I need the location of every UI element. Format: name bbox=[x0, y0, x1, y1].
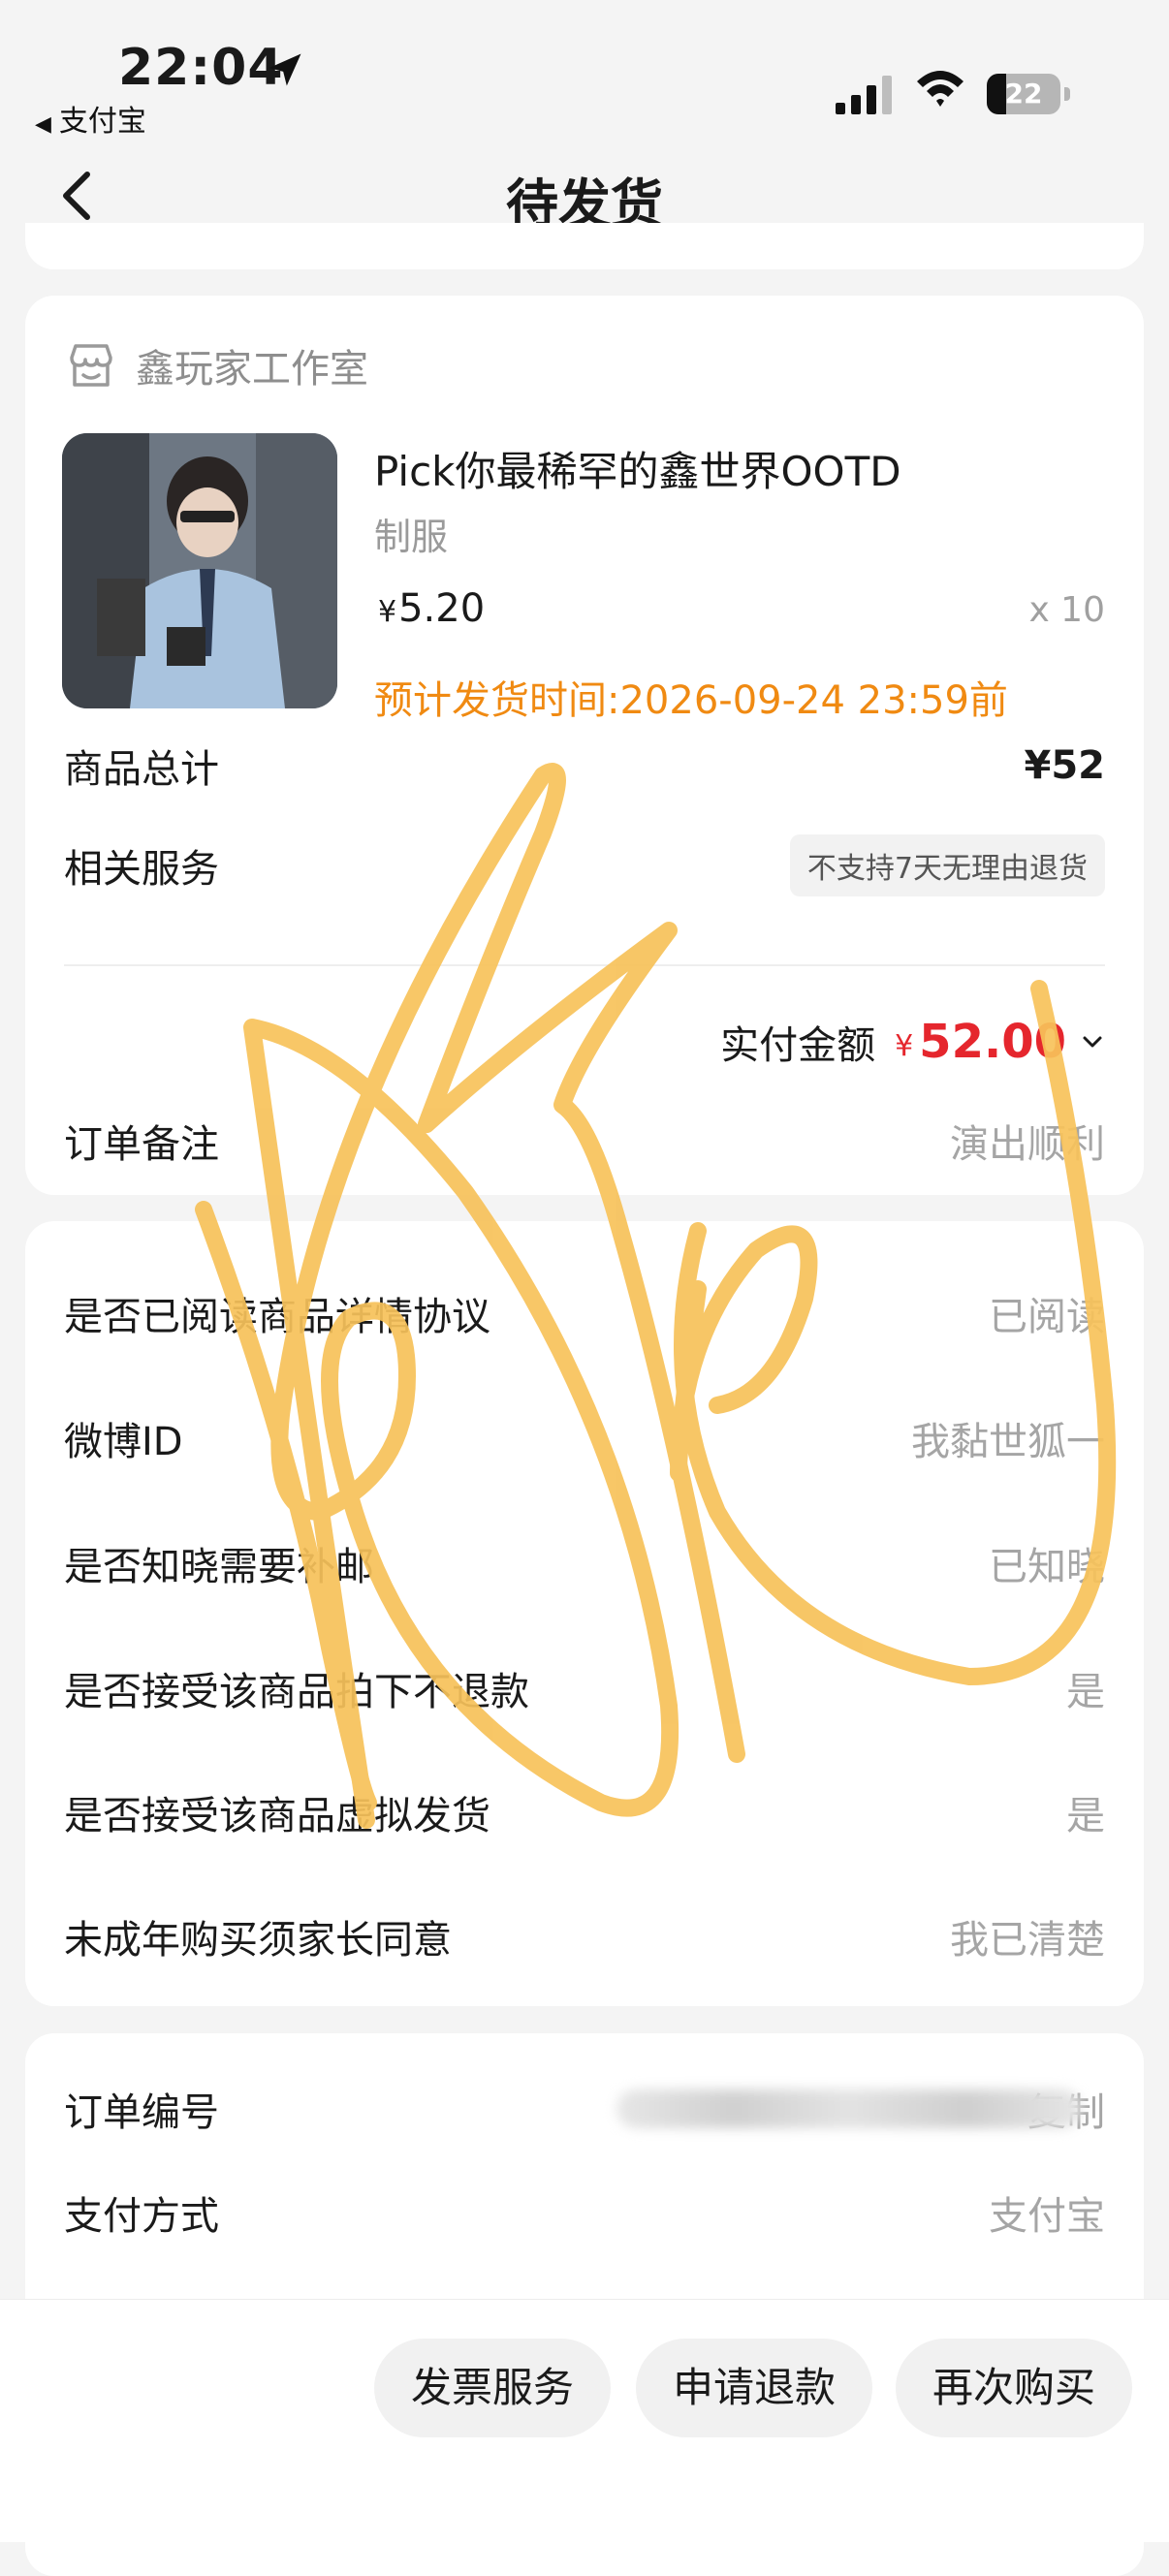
info-row: 是否已阅读商品详情协议 已阅读 bbox=[64, 1284, 1105, 1342]
remark-label: 订单备注 bbox=[64, 1122, 219, 1167]
product-spec: 制服 bbox=[374, 516, 449, 558]
info-row-label: 是否接受该商品虚拟发货 bbox=[64, 1794, 490, 1838]
paid-amount-row[interactable]: 实付金额 ¥ 52.00 bbox=[720, 1013, 1105, 1071]
back-app-label: 支付宝 bbox=[58, 105, 146, 139]
bottom-action-bar: 发票服务 申请退款 再次购买 bbox=[0, 2299, 1169, 2542]
info-row: 未成年购买须家长同意 我已清楚 bbox=[64, 1907, 1105, 1965]
estimated-ship-time: 预计发货时间:2026-09-24 23:59前 bbox=[374, 678, 1008, 723]
info-row-label: 未成年购买须家长同意 bbox=[64, 1918, 452, 1963]
product-photo-illustration bbox=[62, 433, 337, 708]
store-row[interactable]: 鑫玩家工作室 bbox=[64, 336, 368, 394]
info-row: 是否接受该商品虚拟发货 是 bbox=[64, 1783, 1105, 1841]
cellular-signal-icon bbox=[836, 76, 892, 114]
order-number-redacted bbox=[616, 2089, 1082, 2128]
service-label: 相关服务 bbox=[64, 847, 219, 892]
info-row-label: 是否知晓需要补邮 bbox=[64, 1545, 374, 1589]
product-quantity: x 10 bbox=[1028, 590, 1105, 630]
status-bar: 22:04 ◀ 支付宝 22 bbox=[0, 0, 1169, 145]
paid-value: 52.00 bbox=[919, 1015, 1066, 1069]
paid-currency: ¥ bbox=[895, 1028, 914, 1063]
store-icon bbox=[70, 344, 112, 387]
service-row: 相关服务 不支持7天无理由退货 bbox=[64, 834, 1105, 896]
invoice-service-button[interactable]: 发票服务 bbox=[374, 2339, 611, 2437]
subtotal-value: ¥52 bbox=[1024, 743, 1106, 788]
info-row: 是否接受该商品拍下不退款 是 bbox=[64, 1659, 1105, 1717]
subtotal-label: 商品总计 bbox=[64, 747, 219, 792]
info-row-label: 是否接受该商品拍下不退款 bbox=[64, 1670, 529, 1714]
price-currency: ¥ bbox=[378, 595, 397, 629]
paid-label: 实付金额 bbox=[720, 1023, 876, 1068]
info-row-value: 我黏世狐一 bbox=[911, 1420, 1105, 1464]
info-row-label: 是否已阅读商品详情协议 bbox=[64, 1295, 490, 1339]
pay-method-value: 支付宝 bbox=[989, 2194, 1105, 2239]
back-to-app-link[interactable]: ◀ 支付宝 bbox=[35, 97, 146, 140]
price-value: 5.20 bbox=[398, 586, 486, 631]
info-row-value: 是 bbox=[1066, 1670, 1105, 1714]
previous-card-edge bbox=[25, 223, 1144, 269]
request-refund-button[interactable]: 申请退款 bbox=[636, 2339, 872, 2437]
pay-method-row: 支付方式 支付宝 bbox=[64, 2183, 1105, 2242]
info-row-value: 我已清楚 bbox=[950, 1918, 1105, 1963]
remark-value: 演出顺利 bbox=[950, 1122, 1105, 1167]
status-time: 22:04 bbox=[118, 39, 284, 97]
product-price: ¥5.20 bbox=[378, 586, 485, 631]
remark-row: 订单备注 演出顺利 bbox=[64, 1112, 1105, 1170]
battery-icon: 22 bbox=[987, 74, 1070, 114]
info-row-value: 已阅读 bbox=[989, 1295, 1105, 1339]
chevron-down-icon bbox=[1083, 1036, 1102, 1048]
order-number-row: 订单编号 复制 bbox=[64, 2080, 1105, 2138]
buy-again-button[interactable]: 再次购买 bbox=[896, 2339, 1132, 2437]
order-number-label: 订单编号 bbox=[64, 2090, 219, 2135]
info-row-value: 是 bbox=[1066, 1794, 1105, 1838]
location-arrow-icon bbox=[269, 53, 301, 86]
product-thumbnail[interactable] bbox=[62, 433, 337, 708]
back-triangle-icon: ◀ bbox=[35, 112, 51, 137]
info-row: 微博ID 我黏世狐一 bbox=[64, 1409, 1105, 1467]
product-title[interactable]: Pick你最稀罕的鑫世界OOTD bbox=[374, 439, 901, 498]
info-row: 是否知晓需要补邮 已知晓 bbox=[64, 1534, 1105, 1592]
divider bbox=[64, 964, 1105, 966]
store-name: 鑫玩家工作室 bbox=[136, 347, 368, 392]
battery-level: 22 bbox=[1004, 78, 1043, 110]
info-row-value: 已知晓 bbox=[989, 1545, 1105, 1589]
subtotal-row: 商品总计 ¥52 bbox=[64, 737, 1105, 795]
pay-method-label: 支付方式 bbox=[64, 2194, 219, 2239]
wifi-icon bbox=[917, 71, 964, 107]
purchase-info-card: 是否已阅读商品详情协议 已阅读 微博ID 我黏世狐一 是否知晓需要补邮 已知晓 … bbox=[25, 1221, 1144, 2006]
info-row-label: 微博ID bbox=[64, 1420, 183, 1464]
service-tag: 不支持7天无理由退货 bbox=[789, 834, 1105, 896]
product-card: 鑫玩家工作室 Pick你最稀罕的鑫世界OOTD 制服 ¥5.20 x 10 预计… bbox=[25, 296, 1144, 1195]
